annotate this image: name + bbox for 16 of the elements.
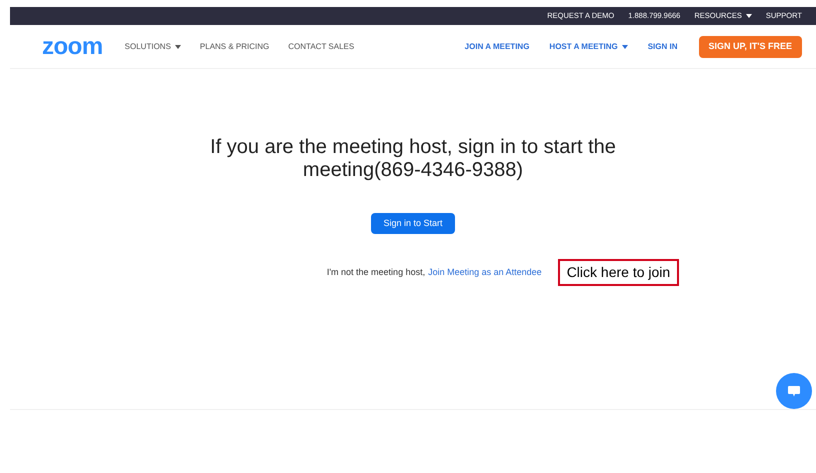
nav-link[interactable]: SOLUTIONS	[124, 40, 181, 52]
nav-link[interactable]: JOIN A MEETING	[464, 40, 530, 52]
sign-in-button[interactable]: Sign in to Start	[371, 213, 455, 234]
annotation-label: Click here to join	[558, 259, 680, 286]
page-heading: If you are the meeting host, sign in to start the meeting(869-4346-9388)	[209, 136, 617, 182]
caret-icon	[746, 14, 752, 18]
nav-link[interactable]: PLANS & PRICING	[200, 40, 270, 52]
attendee-link[interactable]: Join Meeting as an Attendee	[428, 266, 542, 280]
chat-icon	[788, 386, 800, 396]
caret-icon	[174, 44, 181, 48]
caret-icon	[622, 44, 628, 48]
host-note: I'm not the meeting host,	[326, 266, 426, 279]
chat-button[interactable]	[776, 373, 812, 409]
nav-link[interactable]: HOST A MEETING	[549, 40, 628, 52]
nav-link[interactable]: CONTACT SALES	[288, 40, 354, 52]
nav-link[interactable]: SIGN IN	[648, 40, 678, 52]
